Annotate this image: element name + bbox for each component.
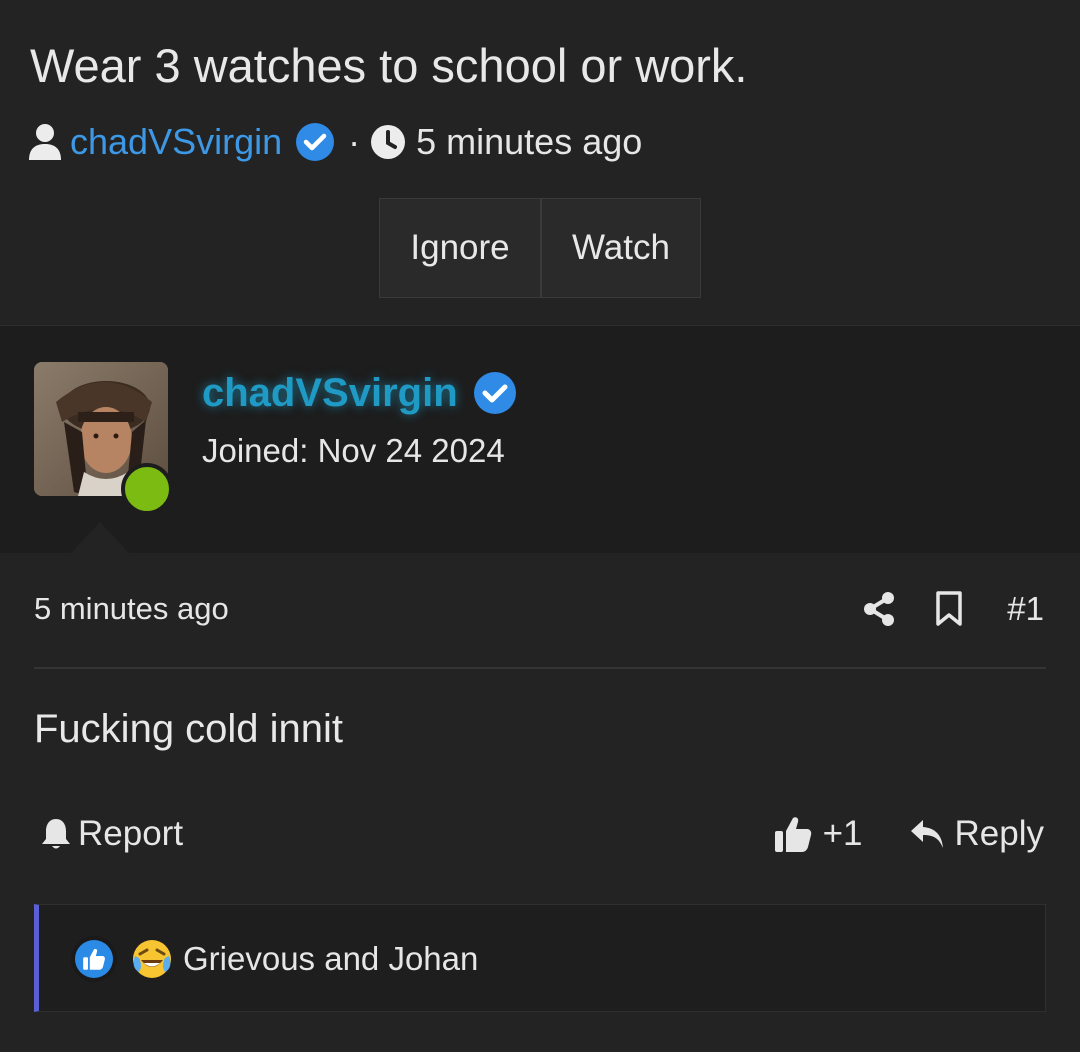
joined-date: Joined: Nov 24 2024 bbox=[202, 432, 505, 469]
thread-meta: chadVSvirgin · 5 minutes ago bbox=[28, 118, 642, 166]
post-username-link[interactable]: chadVSvirgin bbox=[202, 371, 458, 416]
verified-badge-icon bbox=[296, 123, 335, 161]
reply-label: Reply bbox=[954, 814, 1044, 853]
like-reaction-icon bbox=[71, 936, 117, 982]
user-icon bbox=[28, 123, 62, 161]
post-body: 5 minutes ago #1 Fucking cold innit Repo… bbox=[0, 553, 1080, 1052]
user-panel-pointer bbox=[70, 522, 130, 554]
post-user-panel: chadVSvirgin Joined: Nov 24 2024 bbox=[0, 325, 1080, 554]
reactions-users[interactable]: Grievous and Johan bbox=[183, 940, 478, 978]
bookmark-icon[interactable] bbox=[935, 591, 963, 627]
thread-time: 5 minutes ago bbox=[416, 121, 643, 162]
online-status-indicator bbox=[121, 463, 173, 515]
report-label: Report bbox=[78, 814, 184, 853]
clock-icon bbox=[370, 124, 406, 160]
post-username: chadVSvirgin bbox=[202, 368, 516, 418]
bell-icon bbox=[40, 817, 72, 851]
post-actions-top: #1 bbox=[823, 587, 1044, 631]
verified-badge-icon bbox=[473, 372, 516, 414]
post-time: 5 minutes ago bbox=[34, 591, 229, 626]
thread-title: Wear 3 watches to school or work. bbox=[30, 39, 748, 92]
reply-icon bbox=[909, 818, 945, 850]
watch-button[interactable]: Watch bbox=[540, 199, 700, 297]
share-icon[interactable] bbox=[863, 592, 895, 626]
like-button[interactable]: +1 bbox=[773, 814, 863, 854]
thread-page: Wear 3 watches to school or work. chadVS… bbox=[0, 0, 1080, 1052]
report-button[interactable]: Report bbox=[40, 811, 183, 857]
post-message: Fucking cold innit bbox=[34, 707, 344, 751]
divider bbox=[34, 667, 1046, 669]
thread-author-link[interactable]: chadVSvirgin bbox=[70, 121, 282, 163]
laugh-reaction-icon bbox=[131, 938, 173, 980]
ignore-button[interactable]: Ignore bbox=[380, 199, 540, 297]
reactions-row: Grievous and Johan bbox=[71, 936, 478, 982]
like-count: +1 bbox=[822, 814, 863, 853]
thread-action-buttons: Ignore Watch bbox=[379, 198, 701, 298]
post-number-link[interactable]: #1 bbox=[1007, 590, 1044, 628]
thread-header: Wear 3 watches to school or work. chadVS… bbox=[0, 0, 1080, 325]
meta-separator: · bbox=[348, 121, 361, 162]
reply-button[interactable]: Reply bbox=[909, 814, 1044, 854]
post-actions-bottom: +1 Reply bbox=[773, 809, 1044, 859]
thumbs-up-icon bbox=[773, 814, 813, 854]
reactions-bar[interactable]: Grievous and Johan bbox=[34, 904, 1046, 1012]
